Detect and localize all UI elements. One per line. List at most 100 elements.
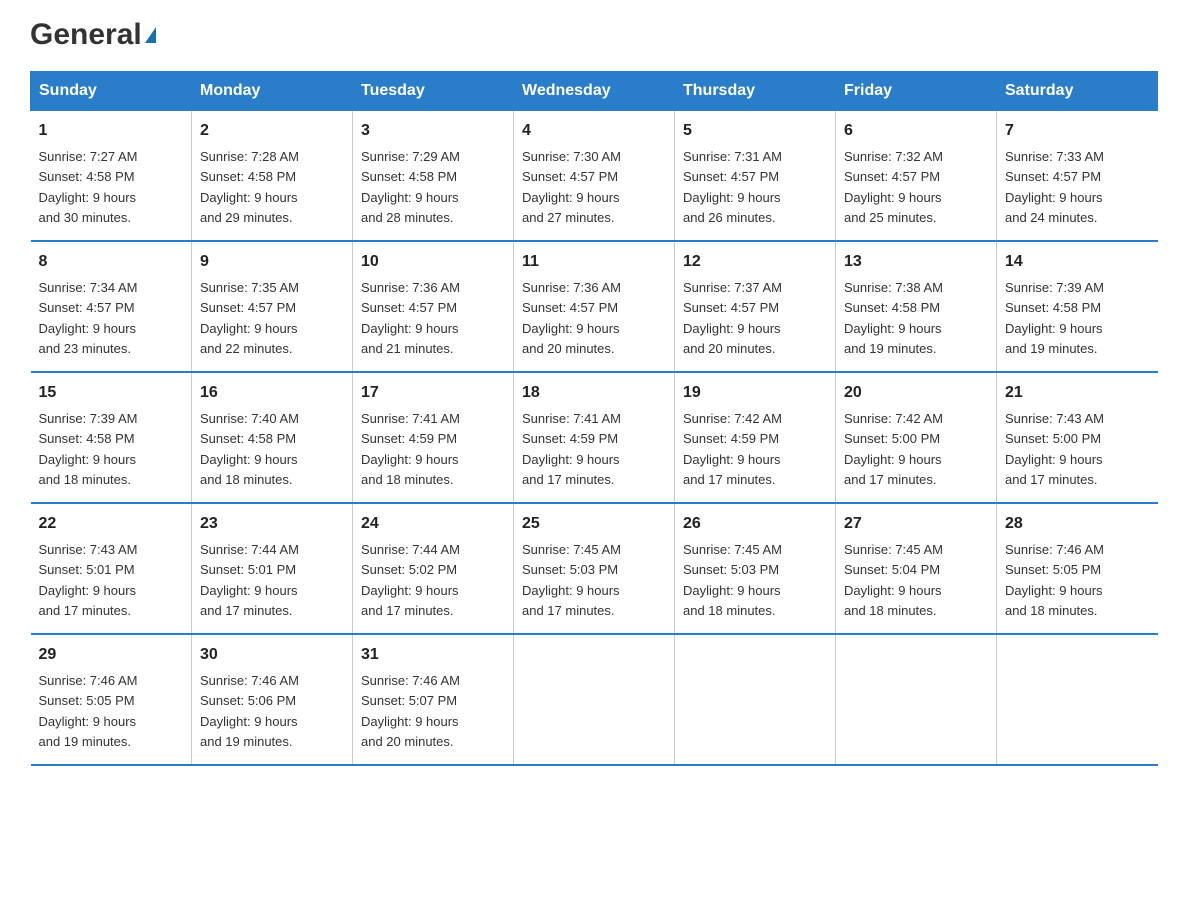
cell-daylight: Daylight: 9 hours <box>522 583 620 598</box>
calendar-cell: 16 Sunrise: 7:40 AM Sunset: 4:58 PM Dayl… <box>192 372 353 503</box>
calendar-week-row: 1 Sunrise: 7:27 AM Sunset: 4:58 PM Dayli… <box>31 111 1158 242</box>
calendar-cell: 27 Sunrise: 7:45 AM Sunset: 5:04 PM Dayl… <box>836 503 997 634</box>
cell-daylight: Daylight: 9 hours <box>39 583 137 598</box>
day-number: 18 <box>522 381 666 405</box>
logo-triangle-icon <box>145 27 156 43</box>
cell-sunset: Sunset: 4:57 PM <box>200 300 296 315</box>
cell-daylight-cont: and 18 minutes. <box>844 603 937 618</box>
weekday-header-row: SundayMondayTuesdayWednesdayThursdayFrid… <box>31 72 1158 111</box>
day-number: 4 <box>522 119 666 143</box>
cell-sunset: Sunset: 5:03 PM <box>683 562 779 577</box>
calendar-cell <box>675 634 836 765</box>
day-number: 22 <box>39 512 184 536</box>
calendar-cell: 31 Sunrise: 7:46 AM Sunset: 5:07 PM Dayl… <box>353 634 514 765</box>
cell-sunset: Sunset: 4:59 PM <box>361 431 457 446</box>
cell-daylight-cont: and 17 minutes. <box>1005 472 1098 487</box>
day-number: 17 <box>361 381 505 405</box>
calendar-cell: 21 Sunrise: 7:43 AM Sunset: 5:00 PM Dayl… <box>997 372 1158 503</box>
weekday-header-wednesday: Wednesday <box>514 72 675 111</box>
calendar-week-row: 8 Sunrise: 7:34 AM Sunset: 4:57 PM Dayli… <box>31 241 1158 372</box>
cell-daylight: Daylight: 9 hours <box>683 190 781 205</box>
cell-sunrise: Sunrise: 7:46 AM <box>361 673 460 688</box>
cell-daylight: Daylight: 9 hours <box>1005 190 1103 205</box>
cell-daylight-cont: and 28 minutes. <box>361 210 454 225</box>
day-number: 29 <box>39 643 184 667</box>
day-number: 24 <box>361 512 505 536</box>
cell-sunrise: Sunrise: 7:44 AM <box>200 542 299 557</box>
cell-sunset: Sunset: 5:01 PM <box>200 562 296 577</box>
cell-daylight-cont: and 20 minutes. <box>683 341 776 356</box>
page-header: General <box>30 20 1158 51</box>
cell-daylight: Daylight: 9 hours <box>844 190 942 205</box>
cell-sunrise: Sunrise: 7:33 AM <box>1005 149 1104 164</box>
calendar-cell: 17 Sunrise: 7:41 AM Sunset: 4:59 PM Dayl… <box>353 372 514 503</box>
cell-daylight-cont: and 27 minutes. <box>522 210 615 225</box>
cell-sunset: Sunset: 5:07 PM <box>361 693 457 708</box>
cell-sunrise: Sunrise: 7:44 AM <box>361 542 460 557</box>
calendar-cell: 9 Sunrise: 7:35 AM Sunset: 4:57 PM Dayli… <box>192 241 353 372</box>
cell-daylight: Daylight: 9 hours <box>361 321 459 336</box>
calendar-cell <box>514 634 675 765</box>
cell-sunrise: Sunrise: 7:38 AM <box>844 280 943 295</box>
calendar-cell <box>836 634 997 765</box>
cell-daylight: Daylight: 9 hours <box>522 190 620 205</box>
cell-daylight-cont: and 17 minutes. <box>361 603 454 618</box>
cell-sunset: Sunset: 4:57 PM <box>844 169 940 184</box>
calendar-body: 1 Sunrise: 7:27 AM Sunset: 4:58 PM Dayli… <box>31 111 1158 766</box>
cell-sunrise: Sunrise: 7:46 AM <box>1005 542 1104 557</box>
cell-sunrise: Sunrise: 7:45 AM <box>844 542 943 557</box>
cell-sunrise: Sunrise: 7:29 AM <box>361 149 460 164</box>
cell-sunrise: Sunrise: 7:46 AM <box>200 673 299 688</box>
weekday-header-sunday: Sunday <box>31 72 192 111</box>
cell-sunset: Sunset: 4:57 PM <box>361 300 457 315</box>
cell-daylight-cont: and 17 minutes. <box>522 472 615 487</box>
cell-daylight: Daylight: 9 hours <box>39 714 137 729</box>
cell-daylight: Daylight: 9 hours <box>683 452 781 467</box>
cell-sunrise: Sunrise: 7:40 AM <box>200 411 299 426</box>
day-number: 19 <box>683 381 827 405</box>
cell-daylight: Daylight: 9 hours <box>39 452 137 467</box>
cell-sunrise: Sunrise: 7:43 AM <box>1005 411 1104 426</box>
day-number: 20 <box>844 381 988 405</box>
cell-daylight-cont: and 23 minutes. <box>39 341 132 356</box>
day-number: 27 <box>844 512 988 536</box>
calendar-cell: 25 Sunrise: 7:45 AM Sunset: 5:03 PM Dayl… <box>514 503 675 634</box>
cell-daylight-cont: and 18 minutes. <box>200 472 293 487</box>
cell-sunset: Sunset: 5:00 PM <box>844 431 940 446</box>
cell-daylight-cont: and 21 minutes. <box>361 341 454 356</box>
day-number: 1 <box>39 119 184 143</box>
calendar-cell: 5 Sunrise: 7:31 AM Sunset: 4:57 PM Dayli… <box>675 111 836 242</box>
day-number: 25 <box>522 512 666 536</box>
calendar-cell: 7 Sunrise: 7:33 AM Sunset: 4:57 PM Dayli… <box>997 111 1158 242</box>
day-number: 9 <box>200 250 344 274</box>
cell-daylight-cont: and 26 minutes. <box>683 210 776 225</box>
calendar-cell: 20 Sunrise: 7:42 AM Sunset: 5:00 PM Dayl… <box>836 372 997 503</box>
cell-daylight-cont: and 30 minutes. <box>39 210 132 225</box>
cell-daylight: Daylight: 9 hours <box>39 190 137 205</box>
cell-daylight-cont: and 24 minutes. <box>1005 210 1098 225</box>
calendar-week-row: 29 Sunrise: 7:46 AM Sunset: 5:05 PM Dayl… <box>31 634 1158 765</box>
calendar-cell: 19 Sunrise: 7:42 AM Sunset: 4:59 PM Dayl… <box>675 372 836 503</box>
cell-sunset: Sunset: 5:00 PM <box>1005 431 1101 446</box>
weekday-header-saturday: Saturday <box>997 72 1158 111</box>
cell-daylight-cont: and 17 minutes. <box>39 603 132 618</box>
day-number: 3 <box>361 119 505 143</box>
day-number: 31 <box>361 643 505 667</box>
calendar-cell: 1 Sunrise: 7:27 AM Sunset: 4:58 PM Dayli… <box>31 111 192 242</box>
cell-daylight-cont: and 17 minutes. <box>683 472 776 487</box>
cell-daylight-cont: and 17 minutes. <box>200 603 293 618</box>
calendar-cell: 4 Sunrise: 7:30 AM Sunset: 4:57 PM Dayli… <box>514 111 675 242</box>
cell-sunrise: Sunrise: 7:41 AM <box>361 411 460 426</box>
cell-daylight: Daylight: 9 hours <box>361 714 459 729</box>
cell-sunset: Sunset: 4:59 PM <box>683 431 779 446</box>
cell-sunrise: Sunrise: 7:35 AM <box>200 280 299 295</box>
cell-daylight: Daylight: 9 hours <box>844 321 942 336</box>
calendar-cell: 18 Sunrise: 7:41 AM Sunset: 4:59 PM Dayl… <box>514 372 675 503</box>
cell-daylight-cont: and 20 minutes. <box>522 341 615 356</box>
cell-sunset: Sunset: 5:03 PM <box>522 562 618 577</box>
cell-daylight: Daylight: 9 hours <box>1005 452 1103 467</box>
day-number: 2 <box>200 119 344 143</box>
weekday-header-monday: Monday <box>192 72 353 111</box>
calendar-cell: 11 Sunrise: 7:36 AM Sunset: 4:57 PM Dayl… <box>514 241 675 372</box>
calendar-cell: 13 Sunrise: 7:38 AM Sunset: 4:58 PM Dayl… <box>836 241 997 372</box>
